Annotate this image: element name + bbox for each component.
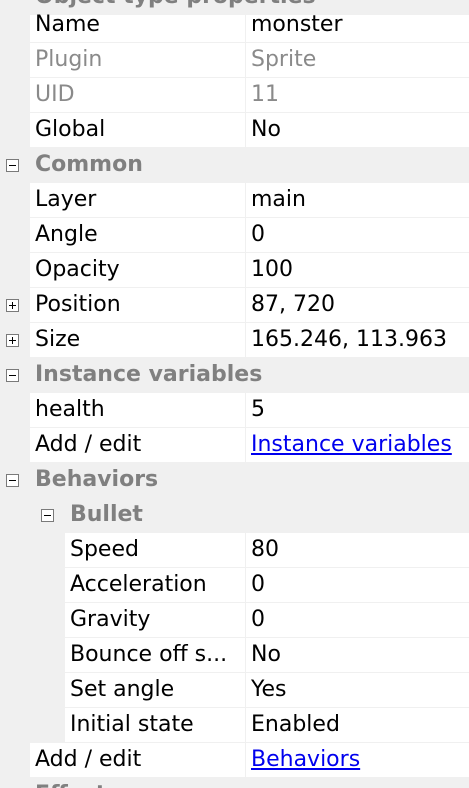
property-value[interactable]: Enabled bbox=[246, 708, 469, 743]
property-value[interactable]: 87, 720 bbox=[246, 288, 469, 323]
property-name: Gravity bbox=[65, 603, 246, 638]
property-name: Position bbox=[30, 288, 246, 323]
property-value[interactable]: monster bbox=[246, 8, 469, 43]
property-name: Plugin bbox=[30, 43, 246, 78]
property-name: Add / edit bbox=[30, 428, 246, 463]
property-value[interactable]: 0 bbox=[246, 603, 469, 638]
property-row-uid: UID 11 bbox=[0, 78, 469, 113]
property-name: Angle bbox=[30, 218, 246, 253]
property-name: Name bbox=[30, 8, 246, 43]
category-label: Common bbox=[35, 152, 143, 177]
category-label: Effects bbox=[35, 778, 119, 788]
property-name: Initial state bbox=[65, 708, 246, 743]
property-row-layer[interactable]: Layer main bbox=[0, 183, 469, 218]
row-gutter bbox=[0, 533, 65, 568]
property-row-gravity[interactable]: Gravity 0 bbox=[0, 603, 469, 638]
property-value: Instance variables bbox=[246, 428, 469, 463]
property-value: 11 bbox=[246, 78, 469, 113]
property-name: Speed bbox=[65, 533, 246, 568]
row-gutter bbox=[0, 428, 30, 463]
collapse-icon[interactable] bbox=[41, 509, 54, 522]
property-row-plugin: Plugin Sprite bbox=[0, 43, 469, 78]
property-value[interactable]: No bbox=[246, 113, 469, 148]
expand-icon[interactable] bbox=[6, 299, 19, 312]
row-gutter bbox=[0, 43, 30, 78]
row-gutter bbox=[0, 638, 65, 673]
property-name: health bbox=[30, 393, 246, 428]
row-gutter bbox=[0, 393, 30, 428]
property-value[interactable]: Yes bbox=[246, 673, 469, 708]
row-gutter bbox=[0, 673, 65, 708]
collapse-icon[interactable] bbox=[6, 159, 19, 172]
property-row-bounce-off-solids[interactable]: Bounce off s... No bbox=[0, 638, 469, 673]
collapse-icon[interactable] bbox=[6, 369, 19, 382]
property-row-size[interactable]: Size 165.246, 113.963 bbox=[0, 323, 469, 358]
property-row-health[interactable]: health 5 bbox=[0, 393, 469, 428]
row-gutter bbox=[0, 743, 30, 778]
property-value: Behaviors bbox=[246, 743, 469, 778]
property-row-name[interactable]: Name monster bbox=[0, 8, 469, 43]
property-row-opacity[interactable]: Opacity 100 bbox=[0, 253, 469, 288]
behaviors-link[interactable]: Behaviors bbox=[251, 747, 360, 772]
row-gutter bbox=[0, 253, 30, 288]
row-gutter bbox=[0, 78, 30, 113]
category-bullet[interactable]: Bullet bbox=[0, 498, 469, 533]
row-gutter bbox=[0, 183, 30, 218]
property-name: Global bbox=[30, 113, 246, 148]
category-instance-variables[interactable]: Instance variables bbox=[0, 358, 469, 393]
property-row-initial-state[interactable]: Initial state Enabled bbox=[0, 708, 469, 743]
property-value[interactable]: 165.246, 113.963 bbox=[246, 323, 469, 358]
category-common[interactable]: Common bbox=[0, 148, 469, 183]
property-name: Acceleration bbox=[65, 568, 246, 603]
property-value[interactable]: 80 bbox=[246, 533, 469, 568]
property-value[interactable]: 0 bbox=[246, 568, 469, 603]
property-row-acceleration[interactable]: Acceleration 0 bbox=[0, 568, 469, 603]
instance-variables-link[interactable]: Instance variables bbox=[251, 432, 452, 457]
property-name: Set angle bbox=[65, 673, 246, 708]
property-value[interactable]: No bbox=[246, 638, 469, 673]
row-gutter bbox=[0, 323, 30, 358]
property-name: Bounce off s... bbox=[65, 638, 246, 673]
row-gutter bbox=[0, 8, 30, 43]
property-value[interactable]: 100 bbox=[246, 253, 469, 288]
property-row-global[interactable]: Global No bbox=[0, 113, 469, 148]
property-value[interactable]: 5 bbox=[246, 393, 469, 428]
property-row-speed[interactable]: Speed 80 bbox=[0, 533, 469, 568]
row-gutter bbox=[0, 568, 65, 603]
category-label: Instance variables bbox=[35, 362, 263, 387]
category-behaviors[interactable]: Behaviors bbox=[0, 463, 469, 498]
category-label: Behaviors bbox=[35, 467, 159, 492]
row-gutter bbox=[0, 708, 65, 743]
properties-grid: Object type properties Name monster Plug… bbox=[0, 0, 469, 788]
property-value: Sprite bbox=[246, 43, 469, 78]
property-name: Add / edit bbox=[30, 743, 246, 778]
row-gutter bbox=[0, 603, 65, 638]
collapse-icon[interactable] bbox=[6, 474, 19, 487]
property-row-add-edit-variables[interactable]: Add / edit Instance variables bbox=[0, 428, 469, 463]
property-row-add-edit-behaviors[interactable]: Add / edit Behaviors bbox=[0, 743, 469, 778]
property-row-angle[interactable]: Angle 0 bbox=[0, 218, 469, 253]
property-value[interactable]: 0 bbox=[246, 218, 469, 253]
property-row-position[interactable]: Position 87, 720 bbox=[0, 288, 469, 323]
property-value[interactable]: main bbox=[246, 183, 469, 218]
property-name: Size bbox=[30, 323, 246, 358]
category-label: Bullet bbox=[70, 502, 143, 527]
row-gutter bbox=[0, 218, 30, 253]
property-name: UID bbox=[30, 78, 246, 113]
property-row-set-angle[interactable]: Set angle Yes bbox=[0, 673, 469, 708]
expand-icon[interactable] bbox=[6, 334, 19, 347]
category-effects[interactable]: Effects bbox=[0, 778, 469, 788]
row-gutter bbox=[0, 288, 30, 323]
property-name: Layer bbox=[30, 183, 246, 218]
row-gutter bbox=[0, 113, 30, 148]
property-name: Opacity bbox=[30, 253, 246, 288]
